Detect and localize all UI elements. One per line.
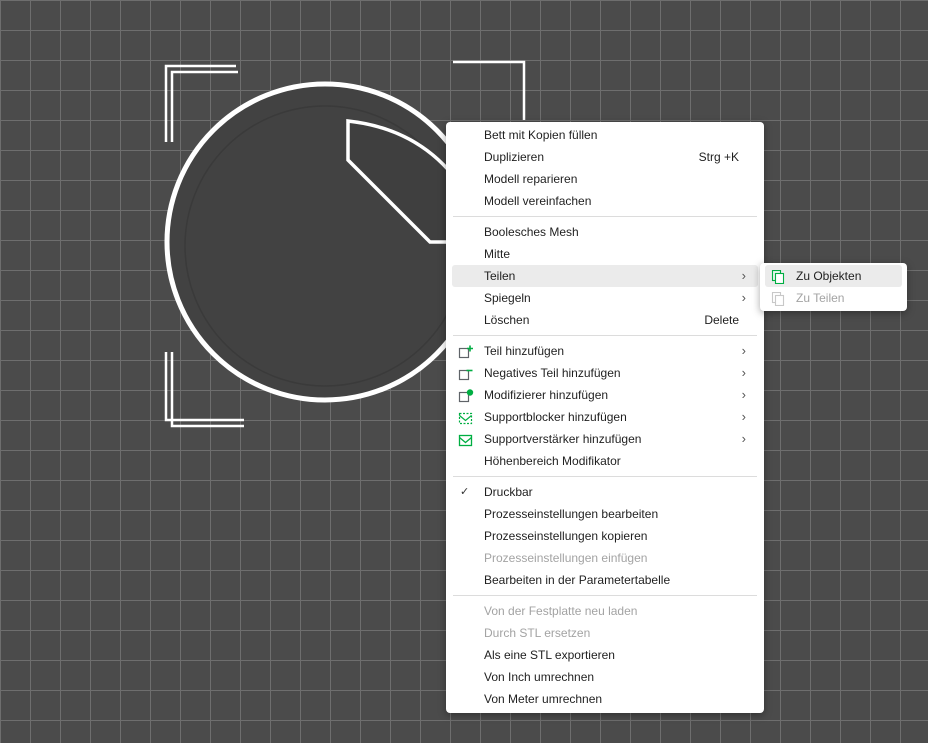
chevron-right-icon: › xyxy=(741,387,746,402)
menu-item-bett-mit-kopien-fuellen[interactable]: Bett mit Kopien füllen xyxy=(452,124,758,146)
menu-item-label: Als eine STL exportieren xyxy=(484,648,615,662)
menu-item-label: Bett mit Kopien füllen xyxy=(484,128,598,142)
chevron-right-icon: › xyxy=(741,290,746,305)
menu-item-label: Bearbeiten in der Parametertabelle xyxy=(484,573,671,587)
menu-item-shortcut: Strg +K xyxy=(698,150,739,164)
menu-item-label: Zu Teilen xyxy=(796,291,845,305)
menu-item-prozesseinstellungen-einfuegen: Prozesseinstellungen einfügen xyxy=(452,547,758,569)
menu-item-supportverstaerker-hinzufuegen[interactable]: Supportverstärker hinzufügen › xyxy=(452,428,758,450)
menu-item-zu-teilen: Zu Teilen xyxy=(765,287,902,309)
menu-item-label: Spiegeln xyxy=(484,291,531,305)
negative-part-icon xyxy=(458,366,474,381)
menu-item-prozesseinstellungen-bearbeiten[interactable]: Prozesseinstellungen bearbeiten xyxy=(452,503,758,525)
context-menu: Bett mit Kopien füllen Duplizieren Strg +K… xyxy=(446,122,764,713)
menu-item-label: Duplizieren xyxy=(484,150,545,164)
menu-item-zu-objekten[interactable]: Zu Objekten xyxy=(765,265,902,287)
support-enforcer-icon xyxy=(458,432,474,447)
menu-item-von-meter-umrechnen[interactable]: Von Meter umrechnen xyxy=(452,688,758,710)
menu-item-label: Modell reparieren xyxy=(484,172,578,186)
menu-item-label: Von Inch umrechnen xyxy=(484,670,595,684)
menu-separator xyxy=(453,216,757,217)
menu-item-als-eine-stl-exportieren[interactable]: Als eine STL exportieren xyxy=(452,644,758,666)
menu-item-von-inch-umrechnen[interactable]: Von Inch umrechnen xyxy=(452,666,758,688)
chevron-right-icon: › xyxy=(741,431,746,446)
menu-item-label: Druckbar xyxy=(484,485,533,499)
model-object[interactable] xyxy=(164,81,486,403)
add-part-icon xyxy=(458,344,474,359)
menu-item-label: Teilen xyxy=(484,269,516,283)
menu-item-durch-stl-ersetzen: Durch STL ersetzen xyxy=(452,622,758,644)
menu-item-label: Von Meter umrechnen xyxy=(484,692,603,706)
menu-item-label: Supportblocker hinzufügen xyxy=(484,410,627,424)
chevron-right-icon: › xyxy=(741,365,746,380)
menu-item-hoehenbereich-modifikator[interactable]: Höhenbereich Modifikator xyxy=(452,450,758,472)
menu-item-label: Von der Festplatte neu laden xyxy=(484,604,638,618)
menu-item-label: Negatives Teil hinzufügen xyxy=(484,366,621,380)
menu-item-loeschen[interactable]: Löschen Delete xyxy=(452,309,758,331)
menu-item-label: Höhenbereich Modifikator xyxy=(484,454,621,468)
menu-item-boolesches-mesh[interactable]: Boolesches Mesh xyxy=(452,221,758,243)
checkmark-icon: ✓ xyxy=(460,486,470,498)
menu-item-druckbar[interactable]: ✓ Druckbar xyxy=(452,481,758,503)
menu-item-mitte[interactable]: Mitte xyxy=(452,243,758,265)
menu-item-label: Prozesseinstellungen einfügen xyxy=(484,551,648,565)
menu-item-duplizieren[interactable]: Duplizieren Strg +K xyxy=(452,146,758,168)
menu-item-shortcut: Delete xyxy=(704,313,739,327)
modifier-icon xyxy=(458,388,474,403)
menu-item-label: Supportverstärker hinzufügen xyxy=(484,432,642,446)
split-objects-icon xyxy=(771,269,787,285)
menu-item-von-der-festplatte-neu-laden: Von der Festplatte neu laden xyxy=(452,600,758,622)
menu-item-label: Boolesches Mesh xyxy=(484,225,579,239)
menu-item-supportblocker-hinzufuegen[interactable]: Supportblocker hinzufügen › xyxy=(452,406,758,428)
menu-item-teil-hinzufuegen[interactable]: Teil hinzufügen › xyxy=(452,340,758,362)
menu-item-label: Zu Objekten xyxy=(796,269,862,283)
menu-item-label: Prozesseinstellungen kopieren xyxy=(484,529,648,543)
menu-item-bearbeiten-in-der-parametertabelle[interactable]: Bearbeiten in der Parametertabelle xyxy=(452,569,758,591)
menu-item-label: Mitte xyxy=(484,247,511,261)
menu-item-negatives-teil-hinzufuegen[interactable]: Negatives Teil hinzufügen › xyxy=(452,362,758,384)
menu-item-modifizierer-hinzufuegen[interactable]: Modifizierer hinzufügen › xyxy=(452,384,758,406)
menu-item-label: Modifizierer hinzufügen xyxy=(484,388,609,402)
support-blocker-icon xyxy=(458,410,474,425)
chevron-right-icon: › xyxy=(741,268,746,283)
split-submenu: Zu Objekten Zu Teilen xyxy=(760,263,907,311)
menu-item-modell-reparieren[interactable]: Modell reparieren xyxy=(452,168,758,190)
menu-item-label: Durch STL ersetzen xyxy=(484,626,591,640)
chevron-right-icon: › xyxy=(741,343,746,358)
menu-item-label: Modell vereinfachen xyxy=(484,194,592,208)
menu-item-label: Teil hinzufügen xyxy=(484,344,565,358)
chevron-right-icon: › xyxy=(741,409,746,424)
menu-item-modell-vereinfachen[interactable]: Modell vereinfachen xyxy=(452,190,758,212)
menu-separator xyxy=(453,476,757,477)
menu-item-label: Löschen xyxy=(484,313,530,327)
split-parts-icon xyxy=(771,291,787,307)
menu-item-label: Prozesseinstellungen bearbeiten xyxy=(484,507,659,521)
menu-separator xyxy=(453,595,757,596)
menu-item-prozesseinstellungen-kopieren[interactable]: Prozesseinstellungen kopieren xyxy=(452,525,758,547)
menu-item-spiegeln[interactable]: Spiegeln › xyxy=(452,287,758,309)
menu-item-teilen[interactable]: Teilen › xyxy=(452,265,758,287)
menu-separator xyxy=(453,335,757,336)
